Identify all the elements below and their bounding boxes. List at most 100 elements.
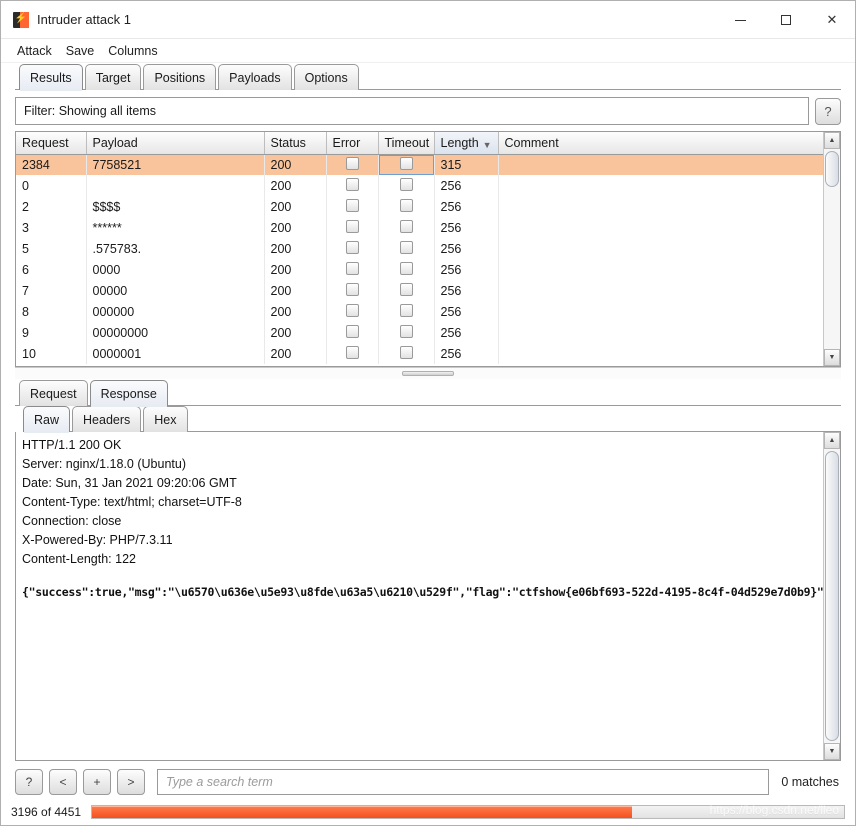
cell-timeout[interactable]	[378, 238, 435, 259]
table-row[interactable]: 2 $$$$ 200 256	[16, 196, 823, 217]
cell-error[interactable]	[326, 343, 379, 364]
column-header-request[interactable]: Request	[16, 132, 87, 155]
splitter-grip[interactable]	[402, 371, 454, 376]
cell-error[interactable]	[326, 196, 379, 217]
checkbox-icon[interactable]	[399, 219, 413, 233]
cell-error[interactable]	[326, 322, 379, 343]
tab-response[interactable]: Response	[89, 380, 168, 407]
table-row[interactable]: 3 ****** 200 256	[16, 217, 823, 238]
response-vertical-scrollbar[interactable]: ▲ ▼	[823, 432, 840, 760]
search-next-button[interactable]: >	[117, 769, 145, 795]
table-row[interactable]: 0 200 256	[16, 175, 823, 196]
table-row[interactable]: 8 000000 200 256	[16, 301, 823, 322]
tab-request[interactable]: Request	[19, 380, 88, 406]
cell-timeout[interactable]	[378, 259, 435, 280]
scroll-up-icon[interactable]: ▲	[824, 132, 840, 149]
results-table-container: Request Payload Status Error Timeout ▼ L…	[15, 131, 841, 367]
table-row[interactable]: 7 00000 200 256	[16, 280, 823, 301]
checkbox-icon[interactable]	[399, 303, 413, 317]
cell-error[interactable]	[326, 175, 379, 196]
tab-headers[interactable]: Headers	[72, 406, 142, 432]
filter-bar[interactable]: Filter: Showing all items	[15, 97, 809, 125]
column-header-status[interactable]: Status	[264, 132, 327, 155]
chevron-right-icon: >	[127, 775, 135, 789]
search-help-button[interactable]: ?	[15, 769, 43, 795]
cell-timeout[interactable]	[378, 280, 435, 301]
column-header-length[interactable]: ▼ Length	[434, 132, 499, 155]
column-header-error[interactable]: Error	[326, 132, 379, 155]
checkbox-icon[interactable]	[399, 156, 413, 170]
search-prev-button[interactable]: <	[49, 769, 77, 795]
table-row[interactable]: 10 0000001 200 256	[16, 343, 823, 364]
results-table: Request Payload Status Error Timeout ▼ L…	[16, 132, 823, 364]
response-header-line: Connection: close	[22, 514, 122, 528]
scroll-down-icon[interactable]: ▼	[824, 349, 840, 366]
minimize-button[interactable]	[717, 1, 763, 39]
menu-item-save[interactable]: Save	[66, 44, 95, 58]
panel-splitter[interactable]	[15, 367, 841, 379]
results-vertical-scrollbar[interactable]: ▲ ▼	[823, 132, 840, 366]
cell-timeout[interactable]	[378, 343, 435, 364]
cell-error[interactable]	[326, 217, 379, 238]
checkbox-icon[interactable]	[399, 324, 413, 338]
cell-error[interactable]	[326, 238, 379, 259]
checkbox-icon[interactable]	[399, 261, 413, 275]
checkbox-icon[interactable]	[345, 240, 359, 254]
close-button[interactable]: ✕	[809, 1, 855, 39]
cell-timeout[interactable]	[378, 322, 435, 343]
tab-target[interactable]: Target	[84, 64, 142, 90]
cell-timeout[interactable]	[378, 175, 435, 196]
cell-timeout[interactable]	[378, 154, 435, 175]
tab-raw[interactable]: Raw	[23, 406, 71, 433]
checkbox-icon[interactable]	[345, 282, 359, 296]
search-input[interactable]: Type a search term	[157, 769, 770, 795]
question-icon: ?	[824, 103, 832, 119]
progress-label: 3196 of 4451	[11, 805, 82, 819]
menu-item-columns[interactable]: Columns	[108, 44, 157, 58]
filter-help-button[interactable]: ?	[815, 97, 841, 125]
column-header-comment[interactable]: Comment	[498, 132, 823, 155]
cell-payload: 00000000	[86, 322, 265, 343]
cell-timeout[interactable]	[378, 301, 435, 322]
response-scroll-thumb[interactable]	[825, 451, 839, 741]
checkbox-icon[interactable]	[345, 303, 359, 317]
tab-results[interactable]: Results	[19, 64, 83, 91]
table-row[interactable]: 5.575783. 200 256	[16, 238, 823, 259]
checkbox-icon[interactable]	[345, 261, 359, 275]
checkbox-icon[interactable]	[345, 345, 359, 359]
table-row[interactable]: 9 00000000 200 256	[16, 322, 823, 343]
checkbox-icon[interactable]	[399, 345, 413, 359]
results-scroll-thumb[interactable]	[825, 151, 839, 187]
checkbox-icon[interactable]	[399, 240, 413, 254]
column-header-payload[interactable]: Payload	[86, 132, 265, 155]
scroll-up-icon[interactable]: ▲	[824, 432, 840, 449]
tab-hex[interactable]: Hex	[143, 406, 188, 432]
cell-error[interactable]	[326, 154, 379, 175]
tab-payloads[interactable]: Payloads	[218, 64, 292, 90]
menu-item-attack[interactable]: Attack	[17, 44, 52, 58]
checkbox-icon[interactable]	[399, 282, 413, 296]
column-header-timeout[interactable]: Timeout	[378, 132, 435, 155]
tab-positions[interactable]: Positions	[143, 64, 217, 90]
checkbox-icon[interactable]	[399, 198, 413, 212]
cell-timeout[interactable]	[378, 217, 435, 238]
checkbox-icon[interactable]	[399, 177, 413, 191]
scroll-down-icon[interactable]: ▼	[824, 743, 840, 760]
checkbox-icon[interactable]	[345, 219, 359, 233]
cell-error[interactable]	[326, 259, 379, 280]
search-add-button[interactable]: +	[83, 769, 111, 795]
checkbox-icon[interactable]	[345, 198, 359, 212]
response-raw-text[interactable]: HTTP/1.1 200 OK Server: nginx/1.18.0 (Ub…	[16, 432, 823, 760]
checkbox-icon[interactable]	[345, 156, 359, 170]
tab-options[interactable]: Options	[293, 64, 359, 90]
response-scroll-track[interactable]	[824, 449, 840, 743]
checkbox-icon[interactable]	[345, 324, 359, 338]
checkbox-icon[interactable]	[345, 177, 359, 191]
table-row[interactable]: 2384 7758521 200 315	[16, 154, 823, 175]
table-row[interactable]: 6 0000 200 256	[16, 259, 823, 280]
results-scroll-track[interactable]	[824, 149, 840, 349]
maximize-button[interactable]	[763, 1, 809, 39]
cell-error[interactable]	[326, 301, 379, 322]
cell-timeout[interactable]	[378, 196, 435, 217]
cell-error[interactable]	[326, 280, 379, 301]
